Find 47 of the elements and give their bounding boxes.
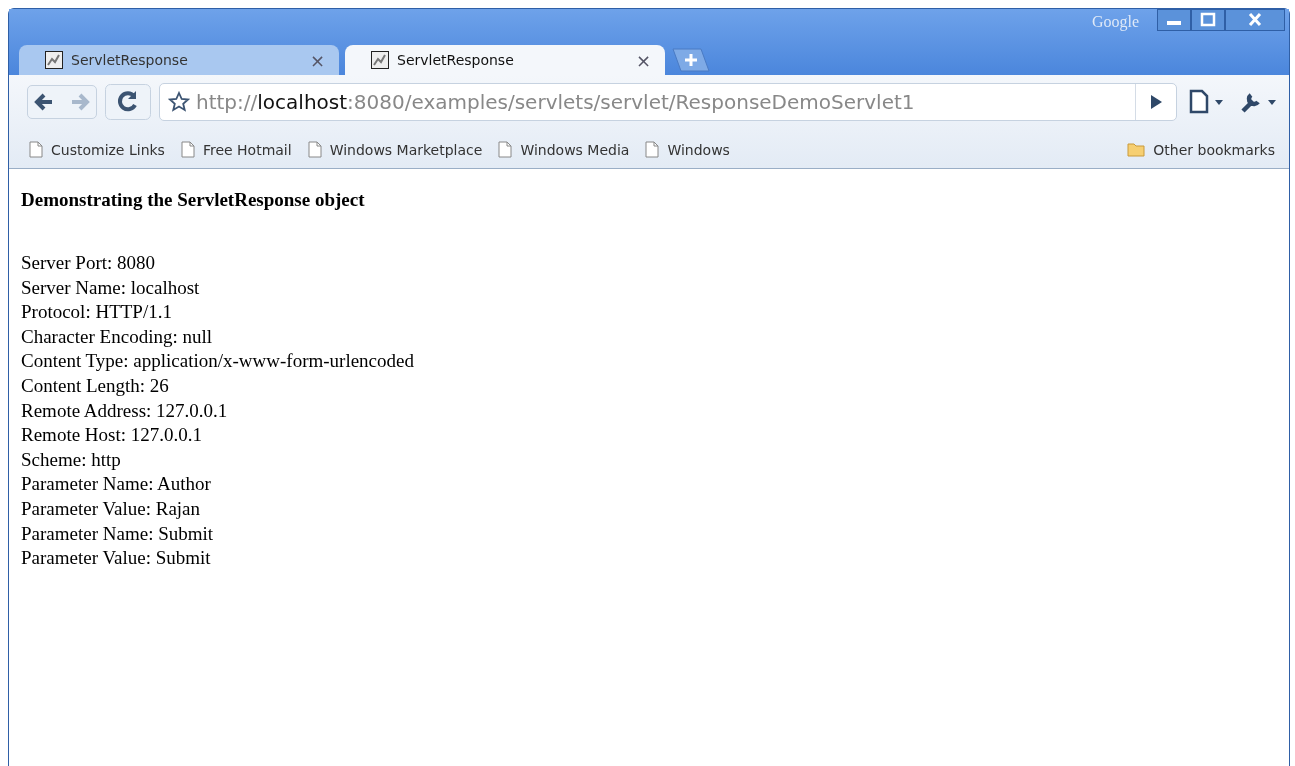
bookmark-label: Customize Links bbox=[51, 141, 165, 158]
favicon-icon bbox=[45, 51, 63, 69]
bookmark-link[interactable]: Windows Media bbox=[498, 141, 630, 158]
tab-title: ServletResponse bbox=[397, 52, 515, 68]
tab-close-button[interactable]: × bbox=[309, 49, 325, 71]
close-button[interactable] bbox=[1225, 9, 1285, 31]
bookmark-label: Windows bbox=[667, 141, 730, 158]
info-line: Remote Host: 127.0.0.1 bbox=[21, 423, 204, 448]
brand-label: Google bbox=[1091, 13, 1139, 31]
info-line: Content Type: application/x-www-form-urlencoded bbox=[21, 349, 415, 374]
info-line: Server Port: 8080 bbox=[21, 251, 157, 275]
favicon-icon bbox=[371, 51, 389, 69]
page-heading: Demonstrating the ServletResponse object bbox=[21, 189, 366, 211]
info-line: Scheme: http bbox=[21, 447, 122, 472]
maximize-button[interactable] bbox=[1191, 9, 1225, 31]
info-line: Server Name: localhost bbox=[21, 275, 201, 300]
bookmark-label: Other bookmarks bbox=[1153, 141, 1275, 158]
info-line: Parameter Value: Submit bbox=[21, 546, 212, 571]
info-line: Parameter Value: Rajan bbox=[21, 496, 202, 521]
minimize-button[interactable] bbox=[1157, 9, 1191, 31]
bookmark-label: Windows Media bbox=[520, 141, 630, 158]
star-icon bbox=[168, 91, 190, 113]
bookmark-link[interactable]: Windows bbox=[645, 141, 730, 158]
reload-button[interactable] bbox=[105, 84, 151, 120]
other-bookmarks-button[interactable]: Other bookmarks bbox=[1127, 141, 1275, 158]
tab-close-button[interactable]: × bbox=[635, 49, 651, 71]
info-line: Parameter Name: Author bbox=[21, 472, 212, 497]
page-icon bbox=[498, 141, 513, 158]
folder-icon bbox=[1127, 142, 1146, 157]
page-icon bbox=[180, 141, 195, 158]
tab-title: ServletResponse bbox=[71, 52, 189, 68]
info-line: Character Encoding: null bbox=[21, 324, 213, 349]
bookmark-label: Free Hotmail bbox=[202, 141, 292, 158]
browser-tab[interactable]: ServletResponse × bbox=[345, 45, 665, 75]
info-line: Remote Address: 127.0.0.1 bbox=[21, 398, 229, 423]
url-text: http://localhost:8080/examples/servlets/servlet/ResponseDemoServlet1 bbox=[196, 90, 916, 114]
new-tab-button[interactable] bbox=[671, 48, 711, 72]
info-line: Protocol: HTTP/1.1 bbox=[21, 300, 173, 325]
bookmark-link[interactable]: Free Hotmail bbox=[180, 141, 292, 158]
address-bar[interactable]: http://localhost:8080/examples/servlets/servlet/ResponseDemoServlet1 bbox=[159, 83, 1177, 121]
page-icon bbox=[645, 141, 660, 158]
info-line: Content Length: 26 bbox=[21, 373, 170, 398]
bookmark-link[interactable]: Customize Links bbox=[29, 141, 165, 158]
page-icon bbox=[29, 141, 43, 158]
page-icon bbox=[307, 141, 322, 158]
browser-tab[interactable]: ServletResponse × bbox=[19, 45, 339, 75]
info-line: Parameter Name: Submit bbox=[21, 521, 215, 546]
